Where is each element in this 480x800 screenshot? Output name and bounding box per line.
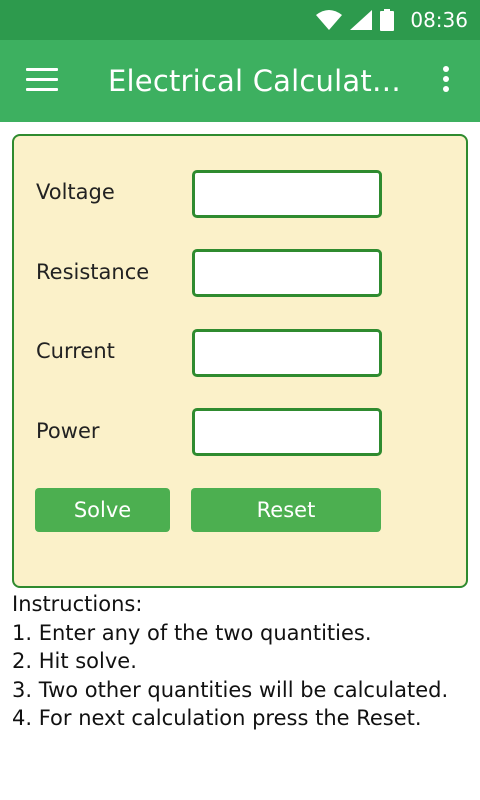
hamburger-menu-icon[interactable] — [26, 68, 58, 94]
instruction-step: 2. Hit solve. — [12, 649, 137, 673]
status-time: 08:36 — [410, 8, 468, 32]
app-bar: Electrical Calculator… — [0, 40, 480, 122]
more-vert-icon[interactable] — [436, 66, 456, 96]
cellular-signal-icon — [350, 10, 373, 30]
wifi-icon — [316, 10, 343, 30]
instruction-step: 3. Two other quantities will be calculat… — [12, 677, 449, 702]
resistance-input[interactable] — [192, 249, 382, 297]
current-label: Current — [36, 339, 115, 363]
power-input[interactable] — [192, 408, 382, 456]
status-bar: 08:36 — [0, 0, 480, 40]
power-label: Power — [36, 419, 100, 443]
instructions-heading: Instructions: — [12, 592, 143, 616]
app-title: Electrical Calculator… — [108, 64, 408, 98]
voltage-input[interactable] — [192, 170, 382, 218]
voltage-label: Voltage — [36, 180, 115, 204]
calculator-card: Voltage Resistance Current Power Solve R… — [12, 134, 468, 588]
instruction-step: 4. For next calculation press the Reset. — [12, 706, 422, 730]
instructions: Instructions: 1. Enter any of the two qu… — [12, 590, 472, 733]
solve-button[interactable]: Solve — [35, 488, 170, 532]
reset-button[interactable]: Reset — [191, 488, 381, 532]
current-input[interactable] — [192, 329, 382, 377]
instruction-step: 1. Enter any of the two quantities. — [12, 620, 372, 645]
resistance-label: Resistance — [36, 260, 150, 284]
battery-icon — [380, 9, 395, 31]
